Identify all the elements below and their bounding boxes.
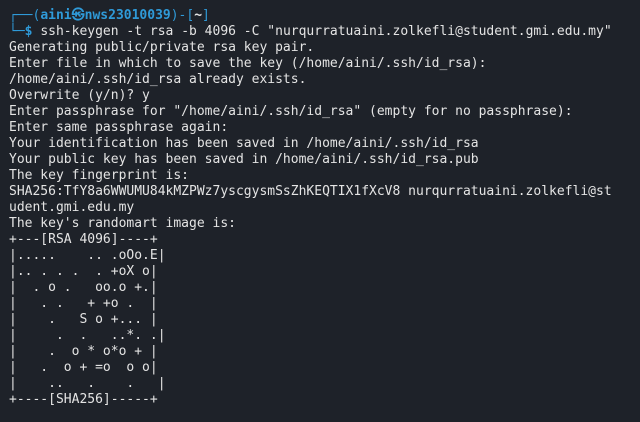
output-line: SHA256:TfY8a6WWUMU84kMZPWz7yscgysmSsZhKE…	[9, 184, 612, 199]
output-line: Your identification has been saved in /h…	[9, 136, 479, 151]
output-line: Your public key has been saved in /home/…	[9, 152, 479, 167]
prompt-line-top: ┌──(aini㉿nws23010039)-[~]	[9, 8, 640, 24]
prompt-corner: └─	[9, 24, 25, 39]
randomart-line: |.. . . . . +oX o|	[9, 264, 158, 279]
output-line: Generating public/private rsa key pair.	[9, 40, 315, 55]
randomart-line: | . . ..*. .|	[9, 328, 166, 343]
output-line: The key fingerprint is:	[9, 168, 190, 183]
prompt-mid: )-[	[170, 8, 195, 23]
randomart-line: | .. . . |	[9, 376, 166, 391]
output-line: Enter passphrase for "/home/aini/.ssh/id…	[9, 104, 573, 119]
prompt-sign: $	[24, 24, 33, 39]
output-line: Enter file in which to save the key (/ho…	[9, 56, 487, 71]
prompt-host: nws23010039	[84, 8, 171, 23]
randomart-line: |..... .. .oOo.E|	[9, 248, 166, 263]
randomart-line: | . o + =o o o|	[9, 360, 158, 375]
output-line: udent.gmi.edu.my	[9, 200, 135, 215]
prompt-at-symbol: ㉿	[71, 8, 85, 23]
randomart-line: +---[RSA 4096]----+	[9, 232, 158, 247]
output-line: The key's randomart image is:	[9, 216, 236, 231]
randomart-line: | . o * o*o + |	[9, 344, 158, 359]
output-line: Enter same passphrase again:	[9, 120, 229, 135]
prompt-cwd: ~	[194, 8, 203, 23]
randomart-line: +----[SHA256]-----+	[9, 392, 158, 407]
prompt-line-command: └─$ ssh-keygen -t rsa -b 4096 -C "nurqur…	[9, 24, 640, 40]
randomart-line: | . . + +o . |	[9, 296, 158, 311]
randomart-line: | . o . oo.o +.|	[9, 280, 158, 295]
randomart-line: | . S o +... |	[9, 312, 158, 327]
terminal-window[interactable]: ┌──(aini㉿nws23010039)-[~] └─$ ssh-keygen…	[0, 0, 640, 422]
output-line: Overwrite (y/n)? y	[9, 88, 150, 103]
output-line: /home/aini/.ssh/id_rsa already exists.	[9, 72, 307, 87]
prompt-open: ┌──(	[9, 8, 41, 23]
prompt-user: aini	[40, 8, 72, 23]
prompt-close: ]	[202, 8, 210, 23]
command-text: ssh-keygen -t rsa -b 4096 -C "nurqurratu…	[40, 24, 612, 39]
